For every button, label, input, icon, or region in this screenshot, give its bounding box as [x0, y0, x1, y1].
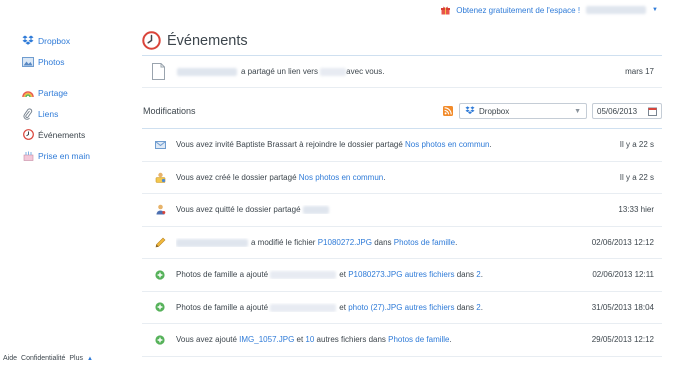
- paperclip-icon: [22, 107, 34, 120]
- sidebar-item-partage[interactable]: Partage: [22, 86, 132, 99]
- clock-icon: [22, 129, 34, 141]
- free-space-link[interactable]: Obtenez gratuitement de l'espace !: [456, 6, 580, 15]
- gift-icon: [441, 6, 451, 15]
- shared-link-row[interactable]: a partagé un lien vers avec vous. mars 1…: [142, 56, 662, 88]
- event-row[interactable]: Photos de famille a ajouté et P1080273.J…: [142, 259, 662, 292]
- chevron-down-icon[interactable]: ▼: [652, 7, 658, 13]
- page-title: Événements: [167, 33, 248, 49]
- sidebar-item-liens[interactable]: Liens: [22, 107, 132, 120]
- sender-name: [177, 67, 237, 76]
- event-text: a modifié le fichier P1080272.JPG dans P…: [176, 238, 592, 247]
- chevron-up-icon[interactable]: ▲: [87, 356, 93, 362]
- event-text: Vous avez créé le dossier partagé Nos ph…: [176, 172, 386, 182]
- file-link[interactable]: IMG_1057.JPG: [239, 335, 294, 344]
- file-link[interactable]: photo (27).JPG autres fichiers: [348, 303, 454, 312]
- privacy-link[interactable]: Confidentialité: [21, 355, 65, 362]
- event-row[interactable]: Vous avez créé le dossier partagé Nos ph…: [142, 162, 662, 194]
- event-row[interactable]: Vous avez ajouté IMG_1057.JPG et 10 autr…: [142, 324, 662, 357]
- shared-folder-icon: [154, 171, 166, 183]
- folder-filter-select[interactable]: Dropbox ▼: [459, 103, 587, 119]
- sidebar: Dropbox Photos Partage Liens Événements …: [22, 34, 132, 170]
- dropbox-icon: [465, 105, 475, 117]
- top-bar: Obtenez gratuitement de l'espace ! ▼: [441, 3, 658, 17]
- event-date: 02/06/2013 12:11: [592, 270, 654, 280]
- event-text: Vous avez ajouté IMG_1057.JPG et 10 autr…: [176, 335, 452, 345]
- event-text: Vous avez quitté le dossier partagé: [176, 205, 618, 214]
- cake-icon: [22, 150, 34, 162]
- photos-icon: [22, 56, 34, 68]
- add-icon: [154, 301, 166, 313]
- modifications-header: Modifications Dropbox ▼ 05/06/2013: [142, 100, 662, 122]
- event-date: 02/06/2013 12:12: [591, 237, 654, 247]
- file-name[interactable]: [270, 303, 337, 312]
- shared-link-text: a partagé un lien vers avec vous.: [177, 67, 625, 76]
- add-icon: [154, 334, 166, 346]
- modifications-title: Modifications: [143, 106, 196, 116]
- chevron-down-icon: ▼: [574, 107, 581, 115]
- event-date: Il y a 22 s: [619, 172, 654, 182]
- event-date: Il y a 22 s: [619, 140, 654, 150]
- event-date: 31/05/2013 18:04: [591, 302, 654, 312]
- event-text: Vous avez invité Baptiste Brassart à rej…: [176, 140, 492, 150]
- folder-link[interactable]: Nos photos en commun: [405, 140, 490, 149]
- date-field[interactable]: 05/06/2013: [592, 103, 662, 119]
- rss-icon[interactable]: [443, 106, 453, 116]
- sidebar-item-prise-en-main[interactable]: Prise en main: [22, 149, 132, 162]
- event-row[interactable]: Vous avez quitté le dossier partagé 13:3…: [142, 194, 662, 227]
- date-value: 05/06/2013: [597, 106, 638, 116]
- sidebar-item-photos[interactable]: Photos: [22, 55, 132, 68]
- user-name: [176, 238, 248, 247]
- sidebar-item-label: Dropbox: [38, 35, 71, 46]
- account-name[interactable]: [586, 6, 647, 14]
- folder-link[interactable]: Photos de famille: [388, 335, 449, 344]
- event-text: Photos de famille a ajouté et P1080273.J…: [176, 270, 483, 280]
- users-icon: [154, 204, 166, 216]
- pencil-icon: [154, 236, 166, 248]
- select-value: Dropbox: [479, 106, 510, 116]
- calendar-icon[interactable]: [648, 107, 657, 116]
- folder-link[interactable]: Photos de famille: [394, 238, 455, 247]
- envelope-icon: [154, 139, 166, 151]
- rainbow-icon: [22, 87, 34, 99]
- event-row[interactable]: a modifié le fichier P1080272.JPG dans P…: [142, 227, 662, 259]
- add-icon: [154, 269, 166, 281]
- sidebar-item-evenements[interactable]: Événements: [22, 128, 132, 141]
- document-icon: [152, 63, 165, 80]
- sidebar-item-label: Liens: [38, 108, 59, 119]
- sidebar-item-label: Prise en main: [38, 150, 90, 161]
- file-link[interactable]: P1080272.JPG: [318, 238, 372, 247]
- sidebar-item-dropbox[interactable]: Dropbox: [22, 34, 132, 47]
- sidebar-item-label: Partage: [38, 87, 68, 98]
- link-name[interactable]: [320, 67, 347, 76]
- event-row[interactable]: Photos de famille a ajouté et photo (27)…: [142, 292, 662, 324]
- folder-link[interactable]: Nos photos en commun: [299, 173, 384, 182]
- event-row[interactable]: Vous avez invité Baptiste Brassart à rej…: [142, 129, 662, 162]
- clock-icon: [142, 30, 161, 52]
- main-content: Événements a partagé un lien vers avec v…: [142, 30, 662, 357]
- more-link[interactable]: Plus: [69, 355, 83, 362]
- sidebar-item-label: Événements: [38, 129, 86, 140]
- folder-name: [302, 206, 329, 215]
- event-date: 29/05/2013 12:12: [591, 335, 654, 345]
- count-link[interactable]: 10: [305, 335, 314, 344]
- footer: Aide Confidentialité Plus ▲: [3, 355, 93, 362]
- file-name[interactable]: [270, 271, 337, 280]
- sidebar-item-label: Photos: [38, 56, 65, 67]
- event-text: Photos de famille a ajouté et photo (27)…: [176, 302, 483, 312]
- page-header: Événements: [142, 30, 662, 52]
- file-link[interactable]: P1080273.JPG autres fichiers: [348, 270, 454, 279]
- help-link[interactable]: Aide: [3, 355, 17, 362]
- dropbox-icon: [22, 35, 34, 47]
- event-date: mars 17: [625, 67, 654, 76]
- event-date: 13:33 hier: [618, 205, 654, 215]
